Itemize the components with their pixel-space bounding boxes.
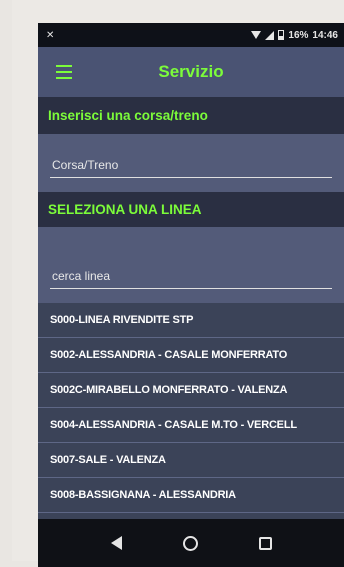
phone-frame: ✕ 16% 14:46 Servizio Inserisci una corsa… bbox=[12, 0, 344, 567]
train-section-header: Inserisci una corsa/treno bbox=[38, 97, 344, 134]
hamburger-icon[interactable] bbox=[56, 65, 72, 79]
line-input-area[interactable]: cerca linea bbox=[38, 227, 344, 303]
battery-percent: 16% bbox=[288, 29, 309, 41]
recent-apps-icon[interactable] bbox=[258, 536, 272, 550]
page-title: Servizio bbox=[158, 62, 224, 81]
home-icon[interactable] bbox=[182, 535, 198, 551]
battery-icon bbox=[278, 30, 285, 40]
line-list-item[interactable]: S002C-MIRABELLO MONFERRATO - VALENZA bbox=[38, 373, 344, 408]
status-right: 16% 14:46 bbox=[251, 30, 338, 41]
line-list-item[interactable]: S008-BASSIGNANA - ALESSANDRIA bbox=[38, 478, 344, 513]
line-list-item[interactable]: S000-LINEA RIVENDITE STP bbox=[38, 303, 344, 338]
line-list-item[interactable]: S002-ALESSANDRIA - CASALE MONFERRATO bbox=[38, 338, 344, 373]
android-nav-bar bbox=[38, 519, 344, 567]
app-bar: Servizio bbox=[38, 47, 344, 97]
back-icon[interactable] bbox=[110, 536, 122, 550]
line-section-header: SELEZIONA UNA LINEA bbox=[38, 192, 344, 227]
notification-x-icon: ✕ bbox=[46, 29, 55, 41]
phone-screen: ✕ 16% 14:46 Servizio Inserisci una corsa… bbox=[38, 23, 344, 567]
line-list-item[interactable]: S007-SALE - VALENZA bbox=[38, 443, 344, 478]
line-list-item[interactable]: S004-ALESSANDRIA - CASALE M.TO - VERCELL bbox=[38, 408, 344, 443]
status-bar: ✕ 16% 14:46 bbox=[38, 23, 344, 47]
train-input-area[interactable]: Corsa/Treno bbox=[38, 134, 344, 192]
line-list: S000-LINEA RIVENDITE STP S002-ALESSANDRI… bbox=[38, 303, 344, 513]
signal-icon bbox=[265, 30, 275, 40]
train-input-underline bbox=[50, 177, 332, 178]
line-input-underline bbox=[50, 288, 332, 289]
clock: 14:46 bbox=[312, 29, 338, 41]
line-search-input[interactable]: cerca linea bbox=[52, 269, 110, 283]
wifi-icon bbox=[251, 31, 262, 39]
train-search-input[interactable]: Corsa/Treno bbox=[52, 158, 118, 172]
